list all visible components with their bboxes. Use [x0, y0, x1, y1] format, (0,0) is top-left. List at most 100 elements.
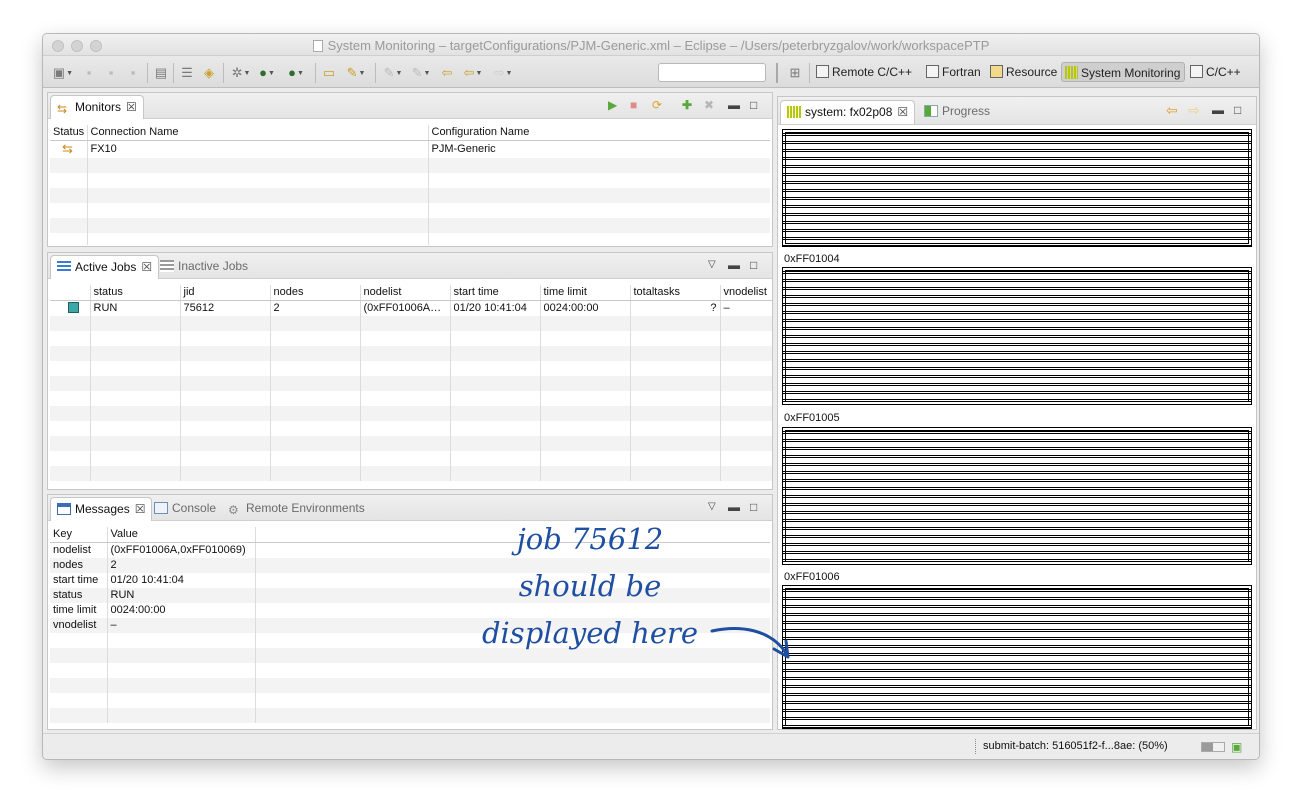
annotation-next-icon[interactable]: ✎▼: [381, 65, 405, 81]
table-row[interactable]: [50, 361, 772, 376]
open-folder-icon[interactable]: ▭: [321, 65, 337, 81]
minimize-view-icon[interactable]: ▬: [728, 257, 740, 273]
table-row[interactable]: [50, 421, 772, 436]
perspective-system-monitoring[interactable]: System Monitoring: [1061, 62, 1186, 82]
tab-messages[interactable]: Messages ☒: [50, 497, 153, 521]
status-bar: submit-batch: 516051f2-f...8ae: (50%) ▣: [43, 733, 1259, 759]
table-row[interactable]: [50, 406, 772, 421]
tab-inactive-jobs[interactable]: Inactive Jobs: [154, 255, 254, 279]
table-row[interactable]: [50, 316, 772, 331]
table-row[interactable]: RUN 75612 2 (0xFF01006A… 01/20 10:41:04 0024:…: [50, 300, 772, 316]
toolbar-separator: [315, 63, 316, 83]
minimize-view-icon[interactable]: ▬: [728, 97, 740, 113]
column-header[interactable]: nodes: [270, 285, 361, 301]
binary-icon[interactable]: ▤: [153, 65, 169, 81]
table-row[interactable]: [50, 693, 770, 708]
stop-monitor-icon[interactable]: ■: [630, 97, 637, 113]
column-header[interactable]: vnodelist: [720, 285, 772, 301]
perspective-resource[interactable]: Resource: [987, 62, 1061, 82]
column-header[interactable]: Key: [50, 527, 108, 543]
node-block[interactable]: [782, 129, 1252, 247]
table-row[interactable]: ⇆ FX10 PJM-Generic: [50, 140, 770, 158]
quick-access-input[interactable]: [658, 63, 766, 82]
view-menu-icon[interactable]: ▽: [708, 257, 716, 273]
remove-monitor-icon[interactable]: ✖: [704, 97, 714, 113]
new-icon[interactable]: ▣▼: [51, 65, 75, 81]
table-row[interactable]: [50, 466, 772, 481]
column-header[interactable]: nodelist: [360, 285, 451, 301]
table-row[interactable]: [50, 203, 770, 218]
status-text[interactable]: submit-batch: 516051f2-f...8ae: (50%): [983, 740, 1168, 752]
run-icon[interactable]: ●▼: [255, 65, 279, 81]
column-header[interactable]: Configuration Name: [428, 125, 770, 141]
table-row[interactable]: [50, 663, 770, 678]
table-row[interactable]: [50, 188, 770, 203]
column-header[interactable]: Status: [50, 125, 88, 141]
table-row[interactable]: [50, 233, 770, 245]
table-row[interactable]: [50, 346, 772, 361]
table-row[interactable]: [50, 708, 770, 723]
column-header[interactable]: time limit: [540, 285, 631, 301]
forward-arrow-icon[interactable]: ⇨: [1188, 102, 1200, 118]
last-edit-icon[interactable]: ⇦: [439, 65, 455, 81]
start-monitor-icon[interactable]: ▶: [608, 97, 617, 113]
table-row[interactable]: [50, 173, 770, 188]
column-header[interactable]: status: [90, 285, 181, 301]
tab-label: Messages: [75, 502, 130, 516]
maximize-view-icon[interactable]: □: [750, 97, 757, 113]
back-arrow-icon[interactable]: ⇦: [1166, 102, 1178, 118]
table-row[interactable]: [50, 678, 770, 693]
debug-icon[interactable]: ✲▼: [229, 65, 253, 81]
save-icon[interactable]: ▪: [81, 65, 97, 81]
column-header-blank[interactable]: [50, 285, 91, 301]
node-block[interactable]: [782, 427, 1252, 565]
forward-icon[interactable]: ⇨▼: [491, 65, 515, 81]
back-icon[interactable]: ⇦▼: [461, 65, 485, 81]
column-header[interactable]: jid: [180, 285, 271, 301]
tab-console[interactable]: Console: [148, 497, 222, 521]
table-row[interactable]: [50, 158, 770, 173]
node-block[interactable]: [782, 267, 1252, 405]
close-icon[interactable]: ☒: [126, 100, 137, 114]
add-monitor-icon[interactable]: ✚: [682, 97, 692, 113]
view-menu-icon[interactable]: ▽: [708, 499, 716, 515]
tab-remote-environments[interactable]: ⚙ Remote Environments: [222, 497, 371, 521]
run-external-icon[interactable]: ●▼: [283, 65, 309, 81]
pencil-icon[interactable]: ✎▼: [343, 65, 369, 81]
table-row[interactable]: [50, 376, 772, 391]
perspective-cpp[interactable]: C/C++: [1187, 62, 1245, 82]
minimize-view-icon[interactable]: ▬: [1212, 102, 1224, 118]
node-block[interactable]: [782, 585, 1252, 729]
close-icon[interactable]: ☒: [897, 105, 908, 119]
column-header[interactable]: totaltasks: [630, 285, 721, 301]
column-header[interactable]: start time: [450, 285, 541, 301]
tab-active-jobs[interactable]: Active Jobs ☒: [50, 255, 160, 279]
progress-view-icon[interactable]: ▣: [1231, 740, 1242, 754]
save-all-icon[interactable]: ▪: [103, 65, 119, 81]
minimize-view-icon[interactable]: ▬: [728, 499, 740, 515]
maximize-view-icon[interactable]: □: [750, 499, 757, 515]
annotation-prev-icon[interactable]: ✎▼: [409, 65, 433, 81]
table-row[interactable]: [50, 436, 772, 451]
tab-monitors[interactable]: ⇆ Monitors ☒: [50, 95, 144, 119]
maximize-view-icon[interactable]: □: [750, 257, 757, 273]
column-header[interactable]: Connection Name: [87, 125, 429, 141]
close-icon[interactable]: ☒: [135, 502, 146, 516]
table-row[interactable]: [50, 451, 772, 466]
perspective-remote-cpp[interactable]: Remote C/C++: [813, 62, 916, 82]
perspective-label: Remote C/C++: [832, 65, 913, 79]
perspective-fortran[interactable]: Fortran: [923, 62, 985, 82]
column-header[interactable]: Value: [107, 527, 256, 543]
open-perspective-icon[interactable]: ⊞: [787, 65, 803, 81]
tab-progress[interactable]: Progress: [918, 100, 996, 124]
table-row[interactable]: [50, 218, 770, 233]
close-icon[interactable]: ☒: [141, 260, 152, 274]
open-element-icon[interactable]: ◈: [201, 65, 217, 81]
print-icon[interactable]: ▪: [125, 65, 141, 81]
open-type-icon[interactable]: ☰: [179, 65, 195, 81]
tab-system[interactable]: system: fx02p08 ☒: [780, 100, 916, 124]
table-row[interactable]: [50, 391, 772, 406]
maximize-view-icon[interactable]: □: [1234, 102, 1241, 118]
refresh-monitor-icon[interactable]: ⟳: [652, 97, 662, 113]
table-row[interactable]: [50, 331, 772, 346]
